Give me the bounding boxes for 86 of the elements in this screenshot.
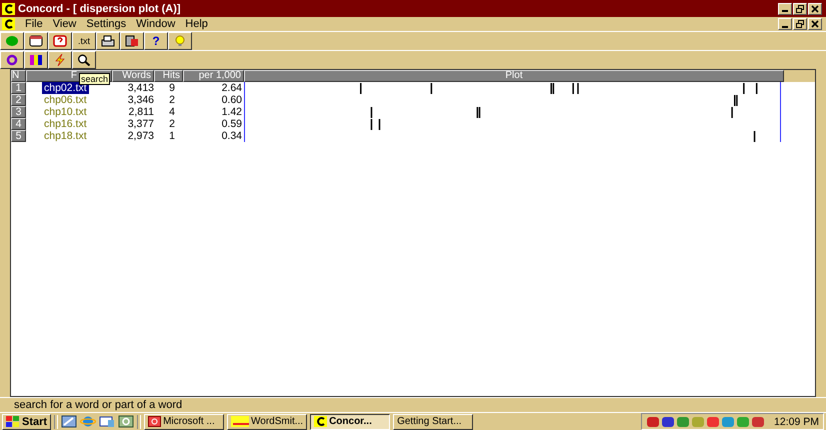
table-cell-text: 9 bbox=[168, 82, 176, 94]
app-logo-icon bbox=[314, 416, 328, 427]
close-button[interactable] bbox=[808, 18, 822, 30]
menu-item[interactable]: Settings bbox=[86, 18, 126, 30]
row-number: 4 bbox=[11, 118, 26, 130]
toolbar-button[interactable] bbox=[120, 32, 144, 50]
restore-button[interactable] bbox=[793, 18, 807, 30]
tray-icon[interactable] bbox=[706, 416, 720, 428]
minimize-icon bbox=[782, 10, 788, 12]
table-cell-text: 3,377 bbox=[126, 118, 154, 130]
table-cell-text: 2,973 bbox=[126, 130, 154, 142]
minimize-icon bbox=[782, 26, 788, 28]
toolbar-button[interactable] bbox=[168, 32, 192, 50]
clock: 12:09 PM bbox=[774, 416, 819, 428]
close-icon bbox=[811, 20, 819, 28]
row-number: 5 bbox=[11, 130, 26, 142]
restore-button[interactable] bbox=[793, 2, 807, 14]
table-cell-text: 3,413 bbox=[126, 82, 154, 94]
column-header[interactable]: N bbox=[11, 70, 26, 82]
column-header[interactable]: per 1,000 bbox=[183, 70, 244, 82]
printer-icon bbox=[101, 35, 115, 47]
minimize-button[interactable] bbox=[778, 18, 792, 30]
table-cell-text: 0.59 bbox=[220, 118, 243, 130]
circle-icon bbox=[5, 35, 19, 47]
row-number: 3 bbox=[11, 106, 26, 118]
file-name[interactable]: chp18.txt bbox=[42, 130, 89, 142]
status-bar: search for a word or part of a word bbox=[0, 397, 826, 412]
presentation-icon bbox=[148, 416, 162, 427]
app-logo-icon bbox=[2, 2, 15, 14]
taskbar-button[interactable]: Microsoft ... bbox=[144, 414, 224, 430]
tray-icon[interactable] bbox=[646, 416, 660, 428]
file-name[interactable]: chp02.txt bbox=[42, 82, 89, 94]
windows-logo-icon bbox=[6, 416, 20, 427]
table-cell-text: 4 bbox=[168, 106, 176, 118]
lightning-icon bbox=[53, 54, 67, 66]
toolbar-button[interactable] bbox=[24, 51, 48, 69]
row-number: 2 bbox=[11, 94, 26, 106]
toolbar-button[interactable]: .txt bbox=[72, 32, 96, 50]
disk-icon bbox=[125, 35, 139, 47]
window-title: Concord - [ dispersion plot (A)] bbox=[18, 2, 181, 14]
question-box-icon bbox=[53, 35, 67, 47]
table-cell-text: 1 bbox=[168, 130, 176, 142]
table-cell-text: 1.42 bbox=[220, 106, 243, 118]
toolbar-button[interactable] bbox=[48, 32, 72, 50]
search-icon bbox=[77, 54, 91, 66]
table-cell-text: 0.60 bbox=[220, 94, 243, 106]
close-icon bbox=[811, 4, 819, 12]
columns-icon bbox=[29, 54, 43, 66]
close-button[interactable] bbox=[808, 2, 822, 14]
menu-item[interactable]: File bbox=[25, 18, 43, 30]
table-cell-text: 2 bbox=[168, 118, 176, 130]
menu-item[interactable]: View bbox=[52, 18, 76, 30]
toolbar-button[interactable] bbox=[24, 32, 48, 50]
column-header[interactable]: Words bbox=[112, 70, 154, 82]
column-header[interactable]: Hits bbox=[154, 70, 183, 82]
tray-icon[interactable] bbox=[661, 416, 676, 428]
table-cell-text: 0.34 bbox=[220, 130, 243, 142]
bulb-icon bbox=[173, 35, 187, 47]
toolbar-button[interactable] bbox=[0, 32, 24, 50]
start-button[interactable]: Start bbox=[2, 414, 52, 430]
toolbar-button[interactable] bbox=[72, 51, 96, 69]
file-name[interactable]: chp06.txt bbox=[42, 94, 89, 106]
app-logo-icon bbox=[2, 18, 15, 30]
toolbar-button[interactable] bbox=[0, 51, 24, 69]
file-name[interactable]: chp10.txt bbox=[42, 106, 89, 118]
tooltip: search bbox=[79, 73, 110, 85]
menu-item[interactable]: Window bbox=[136, 18, 176, 30]
table-cell-text: 2,811 bbox=[128, 106, 154, 118]
cycle-icon bbox=[5, 54, 19, 66]
taskbar-button[interactable]: Getting Start... bbox=[393, 414, 474, 430]
table-cell-text: 2.64 bbox=[220, 82, 243, 94]
toolbar-button[interactable] bbox=[48, 51, 72, 69]
column-header[interactable]: Plot bbox=[244, 70, 784, 82]
window-icon bbox=[29, 35, 43, 47]
taskbar-button[interactable]: WordSmit... bbox=[227, 414, 308, 430]
toolbar-button[interactable]: ? bbox=[144, 32, 168, 50]
taskbar-button[interactable]: Concor... bbox=[310, 414, 390, 430]
wordsmith-logo-icon bbox=[231, 416, 250, 427]
minimize-button[interactable] bbox=[778, 2, 792, 14]
table-cell-text: 3,346 bbox=[126, 94, 154, 106]
table-cell-text: 2 bbox=[168, 94, 176, 106]
file-name[interactable]: chp16.txt bbox=[42, 118, 89, 130]
tray-icon[interactable] bbox=[751, 416, 766, 428]
menu-item[interactable]: Help bbox=[185, 18, 208, 30]
toolbar-button[interactable] bbox=[96, 32, 120, 50]
row-number: 1 bbox=[11, 82, 26, 94]
